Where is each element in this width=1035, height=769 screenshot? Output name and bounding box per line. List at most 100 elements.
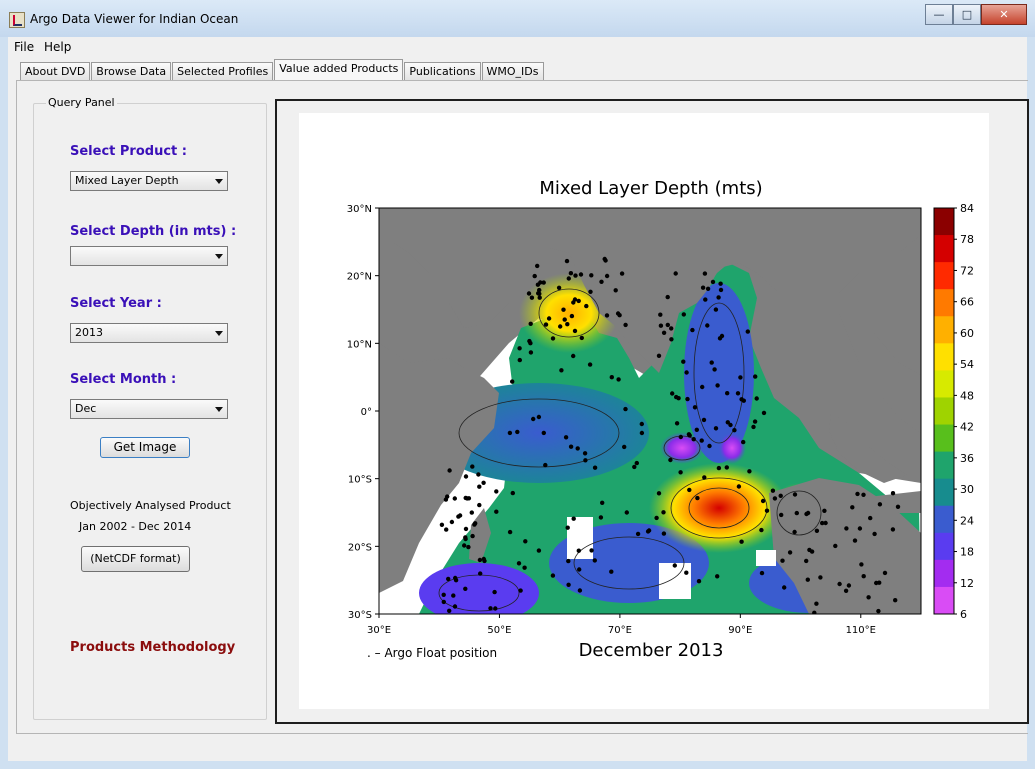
colorbar-swatch — [934, 505, 954, 534]
argo-float-dot — [584, 303, 589, 309]
argo-float-dot — [779, 512, 784, 518]
argo-float-dot — [669, 337, 674, 342]
argo-float-dot — [782, 585, 787, 590]
argo-float-dot — [536, 291, 541, 296]
window-controls: — □ ✕ — [925, 4, 1027, 25]
argo-float-dot — [518, 588, 523, 593]
argo-float-dot — [890, 491, 896, 496]
argo-float-dot — [668, 457, 673, 463]
tab-browse-data[interactable]: Browse Data — [91, 62, 172, 80]
argo-float-dot — [564, 258, 570, 264]
x-tick-label: 70°E — [608, 625, 632, 636]
colorbar-tick-label: 12 — [960, 577, 974, 590]
colorbar-swatch — [934, 424, 954, 453]
argo-float-dot — [728, 422, 733, 428]
argo-float-dot — [690, 327, 695, 333]
argo-float-dot — [691, 437, 696, 442]
argo-float-dot — [759, 570, 765, 576]
argo-float-dot — [469, 510, 474, 515]
colorbar-tick-label: 30 — [960, 483, 974, 496]
tab-wmo-ids[interactable]: WMO_IDs — [481, 62, 544, 80]
select-depth-label: Select Depth (in mts) : — [70, 224, 237, 239]
argo-float-dot — [452, 604, 458, 609]
colorbar-tick-label: 24 — [960, 514, 974, 527]
colorbar-tick-label: 18 — [960, 546, 974, 559]
depth-dropdown[interactable] — [70, 246, 228, 266]
argo-float-dot — [577, 588, 583, 593]
argo-float-dot — [494, 489, 499, 494]
no-data-patch — [659, 563, 691, 599]
argo-float-dot — [669, 326, 674, 331]
argo-float-dot — [477, 557, 483, 563]
tab-about-dvd[interactable]: About DVD — [20, 62, 91, 80]
argo-float-dot — [493, 606, 498, 611]
argo-float-dot — [571, 300, 576, 305]
argo-float-dot — [709, 360, 714, 365]
maximize-button[interactable]: □ — [953, 4, 981, 25]
title-bar[interactable]: Argo Data Viewer for Indian Ocean — □ ✕ — [0, 0, 1035, 37]
tab-value-added-products[interactable]: Value added Products — [274, 59, 404, 80]
argo-float-dot — [527, 338, 532, 344]
argo-float-dot — [792, 492, 798, 497]
argo-float-dot — [510, 490, 515, 496]
colorbar-tick-label: 72 — [960, 264, 974, 277]
argo-float-dot — [529, 295, 535, 300]
argo-float-dot — [488, 606, 493, 611]
menu-file[interactable]: File — [14, 40, 34, 54]
argo-float-dot — [707, 443, 712, 449]
argo-float-dot — [639, 430, 645, 436]
argo-float-dot — [507, 430, 513, 436]
argo-float-dot — [562, 317, 567, 322]
argo-float-dot — [712, 367, 717, 372]
float-legend-note: . – Argo Float position — [367, 646, 497, 660]
get-image-button[interactable]: Get Image — [100, 437, 190, 458]
select-month-label: Select Month : — [70, 372, 177, 387]
argo-float-dot — [451, 593, 456, 598]
select-year-label: Select Year : — [70, 296, 162, 311]
argo-float-dot — [470, 464, 475, 469]
argo-float-dot — [700, 384, 705, 390]
tab-selected-profiles[interactable]: Selected Profiles — [172, 62, 274, 80]
java-app-icon — [9, 12, 25, 28]
product-image: Mixed Layer Depth (mts) 30°N 20°N 10°N 0… — [299, 113, 989, 709]
argo-float-dot — [760, 498, 766, 504]
argo-float-dot — [687, 487, 692, 493]
argo-float-dot — [535, 263, 540, 269]
product-dropdown[interactable]: Mixed Layer Depth — [70, 171, 228, 191]
argo-float-dot — [478, 571, 483, 576]
argo-float-dot — [646, 528, 652, 533]
argo-float-dot — [481, 480, 486, 485]
chevron-down-icon — [215, 407, 223, 412]
argo-float-dot — [713, 426, 719, 431]
x-tick-label: 110°E — [846, 625, 876, 636]
argo-float-dot — [598, 515, 604, 520]
argo-float-dot — [741, 398, 746, 403]
netcdf-download-button[interactable]: (NetCDF format) — [81, 546, 190, 572]
tab-publications[interactable]: Publications — [404, 62, 481, 80]
argo-float-dot — [674, 421, 680, 426]
close-button[interactable]: ✕ — [981, 4, 1027, 25]
argo-float-dot — [673, 271, 678, 276]
argo-float-dot — [681, 359, 686, 364]
argo-float-dot — [523, 539, 528, 544]
argo-float-dot — [563, 435, 569, 440]
argo-float-dot — [453, 575, 458, 581]
argo-float-dot — [592, 465, 598, 470]
argo-float-dot — [672, 563, 677, 568]
argo-float-dot — [702, 271, 708, 276]
products-methodology-link[interactable]: Products Methodology — [70, 640, 235, 655]
mld-region-minimum-2 — [718, 432, 746, 464]
argo-float-dot — [661, 330, 667, 335]
argo-float-dot — [517, 357, 522, 363]
argo-float-dot — [805, 510, 811, 516]
argo-float-dot — [583, 458, 588, 463]
argo-float-dot — [656, 491, 662, 496]
argo-float-dot — [617, 313, 622, 318]
chevron-down-icon — [215, 179, 223, 184]
argo-float-dot — [754, 396, 759, 401]
year-dropdown[interactable]: 2013 — [70, 323, 228, 343]
month-dropdown[interactable]: Dec — [70, 399, 228, 419]
menu-help[interactable]: Help — [44, 40, 71, 54]
minimize-button[interactable]: — — [925, 4, 953, 25]
colorbar-swatch — [934, 478, 954, 507]
